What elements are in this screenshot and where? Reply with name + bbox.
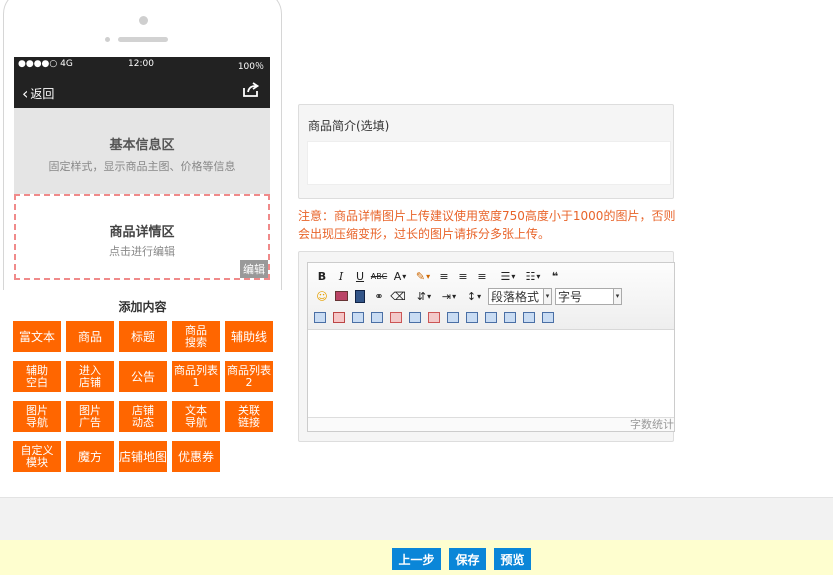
speaker-icon: [118, 37, 168, 42]
add-item-button[interactable]: 关联 链接: [225, 401, 273, 432]
merge-cells-icon[interactable]: [447, 311, 459, 323]
detail-subtitle: 点击进行编辑: [109, 245, 175, 258]
add-item-button[interactable]: 公告: [119, 361, 167, 392]
split-rows-icon[interactable]: [523, 311, 535, 323]
add-item-button[interactable]: 辅助 空白: [13, 361, 61, 392]
panel-arrow: [134, 283, 148, 290]
add-item-button[interactable]: 标题: [119, 321, 167, 352]
emoji-icon[interactable]: ☺: [314, 288, 330, 304]
font-color-button[interactable]: A: [390, 268, 410, 284]
notice-text: 注意：商品详情图片上传建议使用宽度750高度小于1000的图片，否则会出现压缩变…: [298, 209, 676, 241]
add-item-button[interactable]: 店铺地图: [119, 441, 167, 472]
add-content-panel: 添加内容 富文本 商品 标题 商品 搜索 辅助线辅助 空白 进入 店铺 公告 商品列表 1 商品…: [3, 283, 282, 485]
camera-icon: [139, 16, 148, 25]
table-caption-icon[interactable]: [352, 311, 364, 323]
editor-toolbar: B I U ABC A ✎ ≡ ≡ ≡ ☰ ☷ ❝ ☺ ⚭ ⌫ ⇵ ⇥: [308, 263, 674, 330]
image-icon[interactable]: [333, 288, 349, 304]
bold-button[interactable]: B: [314, 268, 330, 284]
back-button[interactable]: ‹ 返回: [22, 83, 55, 103]
detail-section[interactable]: 商品详情区 点击进行编辑 编辑: [14, 194, 270, 280]
numbered-list-button[interactable]: ☷: [522, 268, 544, 284]
add-item-button[interactable]: 图片 广告: [66, 401, 114, 432]
table-insert-icon[interactable]: [314, 311, 326, 323]
insert-col-icon[interactable]: [409, 311, 421, 323]
spacing-button[interactable]: ↕: [463, 288, 485, 304]
merge-right-icon[interactable]: [466, 311, 478, 323]
blockquote-button[interactable]: ❝: [547, 268, 563, 284]
add-item-button[interactable]: 自定义 模块: [13, 441, 61, 472]
bullet-list-button[interactable]: ☰: [497, 268, 519, 284]
signal-indicator: ●●●●○ 4G: [18, 59, 73, 69]
add-item-button[interactable]: 富文本: [13, 321, 61, 352]
add-item-button[interactable]: 文本 导航: [172, 401, 220, 432]
strikethrough-button[interactable]: ABC: [371, 268, 387, 284]
word-count: 字数统计: [308, 417, 674, 431]
status-time: 12:00: [128, 59, 154, 69]
add-item-button[interactable]: 商品: [66, 321, 114, 352]
status-bar: ●●●●○ 4G 12:00 100％: [14, 57, 270, 73]
merge-down-icon[interactable]: [485, 311, 497, 323]
add-item-button[interactable]: 商品列表 2: [225, 361, 273, 392]
footer-spacer: [0, 497, 833, 540]
add-item-button[interactable]: 进入 店铺: [66, 361, 114, 392]
preview-button[interactable]: 预览: [494, 548, 531, 570]
battery-indicator: 100％: [237, 62, 264, 72]
align-right-button[interactable]: ≡: [474, 268, 490, 284]
prev-step-button[interactable]: 上一步: [392, 548, 441, 570]
video-icon[interactable]: [352, 288, 368, 304]
eraser-icon[interactable]: ⌫: [390, 288, 406, 304]
basic-info-section: 基本信息区 固定样式，显示商品主图、价格等信息: [14, 108, 270, 195]
basic-info-title: 基本信息区: [109, 138, 175, 153]
share-icon[interactable]: [242, 82, 260, 98]
underline-button[interactable]: U: [352, 268, 368, 284]
editor-content-area[interactable]: [308, 330, 674, 417]
phone-nav-bar: ‹ 返回: [14, 73, 270, 108]
split-cells-icon[interactable]: [504, 311, 516, 323]
chevron-left-icon: ‹: [22, 84, 29, 103]
detail-title: 商品详情区: [109, 225, 175, 240]
table-delete-icon[interactable]: [333, 311, 345, 323]
insert-row-icon[interactable]: [371, 311, 383, 323]
rich-text-editor: B I U ABC A ✎ ≡ ≡ ≡ ☰ ☷ ❝ ☺ ⚭ ⌫ ⇵ ⇥: [307, 262, 675, 432]
add-item-button[interactable]: 辅助线: [225, 321, 273, 352]
italic-button[interactable]: I: [333, 268, 349, 284]
add-item-button[interactable]: 图片 导航: [13, 401, 61, 432]
intro-box: 商品简介(选填): [298, 104, 674, 199]
basic-info-subtitle: 固定样式，显示商品主图、价格等信息: [48, 160, 236, 173]
footer-action-bar: 上一步 保存 预览: [0, 540, 833, 575]
chevron-down-icon: ▾: [613, 287, 622, 305]
align-center-button[interactable]: ≡: [455, 268, 471, 284]
back-label: 返回: [30, 87, 55, 101]
add-item-button[interactable]: 商品 搜索: [172, 321, 220, 352]
line-height-button[interactable]: ⇵: [413, 288, 435, 304]
add-content-title: 添加内容: [118, 300, 167, 314]
delete-col-icon[interactable]: [428, 311, 440, 323]
delete-row-icon[interactable]: [390, 311, 402, 323]
intro-input[interactable]: [307, 141, 671, 185]
add-item-button[interactable]: 魔方: [66, 441, 114, 472]
indent-button[interactable]: ⇥: [438, 288, 460, 304]
add-item-button[interactable]: 优惠券: [172, 441, 220, 472]
align-left-button[interactable]: ≡: [436, 268, 452, 284]
sensor-dot: [105, 37, 110, 42]
intro-label: 商品简介(选填): [308, 119, 390, 133]
highlight-button[interactable]: ✎: [413, 268, 433, 284]
add-item-button[interactable]: 商品列表 1: [172, 361, 220, 392]
paragraph-format-select[interactable]: 段落格式 ▾: [488, 287, 552, 305]
save-button[interactable]: 保存: [449, 548, 486, 570]
phone-screen: ●●●●○ 4G 12:00 100％ ‹ 返回 基本信息区 固定样式，显示商品主…: [14, 57, 270, 280]
chevron-down-icon: ▾: [543, 287, 552, 305]
edit-button[interactable]: 编辑: [240, 260, 268, 278]
font-size-select[interactable]: 字号 ▾: [555, 287, 622, 305]
link-icon[interactable]: ⚭: [371, 288, 387, 304]
editor-box: B I U ABC A ✎ ≡ ≡ ≡ ☰ ☷ ❝ ☺ ⚭ ⌫ ⇵ ⇥: [298, 251, 675, 442]
add-item-button[interactable]: 店铺 动态: [119, 401, 167, 432]
split-cols-icon[interactable]: [542, 311, 554, 323]
